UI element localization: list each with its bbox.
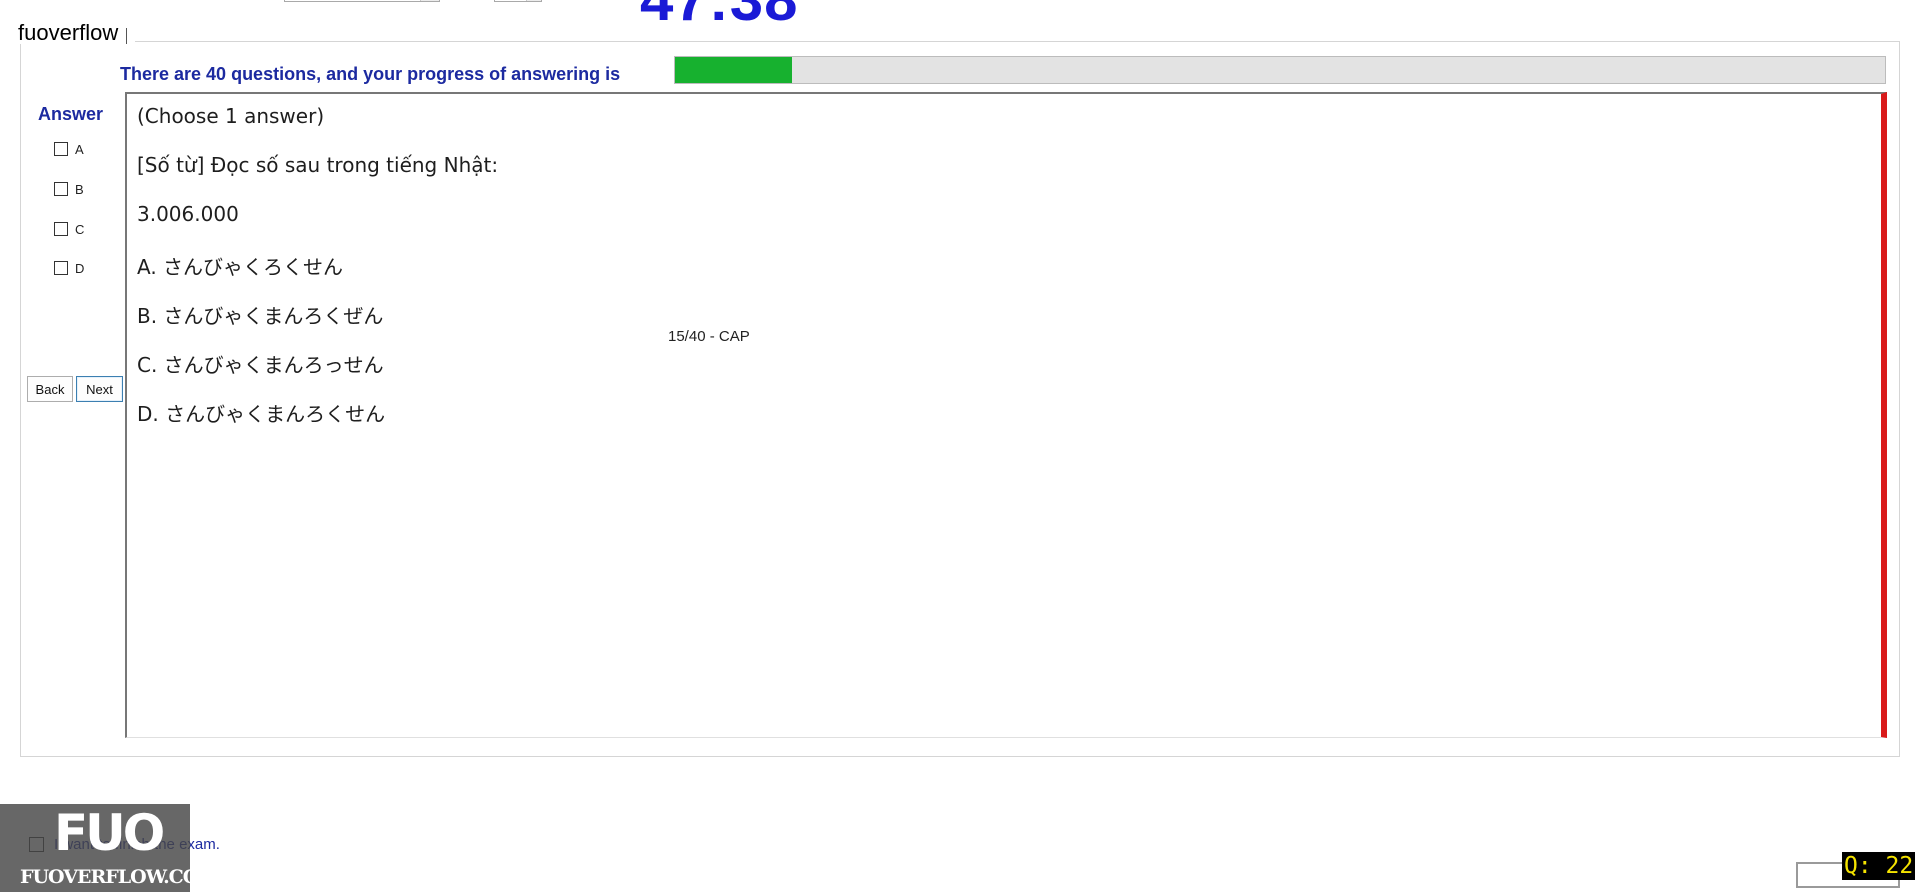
question-text: [Số từ] Đọc số sau trong tiếng Nhật:	[137, 153, 499, 177]
watermark-logo-text: FUOVERFLOW.COM	[20, 866, 219, 888]
next-button[interactable]: Next	[76, 376, 123, 402]
top-spinner[interactable]	[494, 0, 542, 2]
top-controls-strip	[0, 0, 1920, 14]
option-b-checkbox[interactable]	[54, 182, 68, 196]
answer-title: Answer	[38, 104, 104, 124]
option-b-label: B	[75, 181, 84, 197]
option-a-label: A	[75, 141, 84, 157]
question-counter: 15/40 - CAP	[668, 328, 750, 345]
question-number: 3.006.000	[137, 202, 239, 226]
option-a-checkbox[interactable]	[54, 142, 68, 156]
countdown-timer: 47:38	[640, 0, 798, 30]
question-panel[interactable]: (Choose 1 answer) [Số từ] Đọc số sau tro…	[125, 92, 1887, 738]
question-instruction: (Choose 1 answer)	[137, 104, 325, 128]
choice-a: A. さんびゃくろくせん	[137, 255, 344, 279]
group-label-text: fuoverflow	[18, 20, 119, 45]
choice-b: B. さんびゃくまんろくぜん	[137, 304, 384, 328]
watermark-logo: FUO FUOVERFLOW.COM	[0, 804, 219, 892]
group-label: fuoverflow	[18, 20, 136, 45]
question-badge: Q: 22	[1842, 852, 1916, 880]
progress-bar-fill	[675, 57, 793, 83]
watermark-logo-mark: FUO	[54, 804, 165, 862]
progress-bar	[674, 56, 1886, 84]
choice-d: D. さんびゃくまんろくせん	[137, 402, 386, 426]
option-c-label: C	[75, 221, 85, 237]
spinner-arrow-icon[interactable]	[526, 0, 541, 1]
option-c-checkbox[interactable]	[54, 222, 68, 236]
dropdown-arrow-icon[interactable]	[420, 0, 439, 1]
back-button[interactable]: Back	[27, 376, 73, 402]
option-a[interactable]: A	[54, 140, 84, 158]
option-c[interactable]: C	[54, 220, 84, 238]
progress-text: There are 40 questions, and your progres…	[120, 64, 621, 84]
text-caret	[126, 28, 128, 44]
option-d[interactable]: D	[54, 259, 84, 277]
option-d-checkbox[interactable]	[54, 261, 68, 275]
top-dropdown[interactable]	[284, 0, 440, 2]
choice-c: C. さんびゃくまんろっせん	[137, 353, 384, 377]
option-b[interactable]: B	[54, 180, 84, 198]
option-d-label: D	[75, 260, 85, 276]
